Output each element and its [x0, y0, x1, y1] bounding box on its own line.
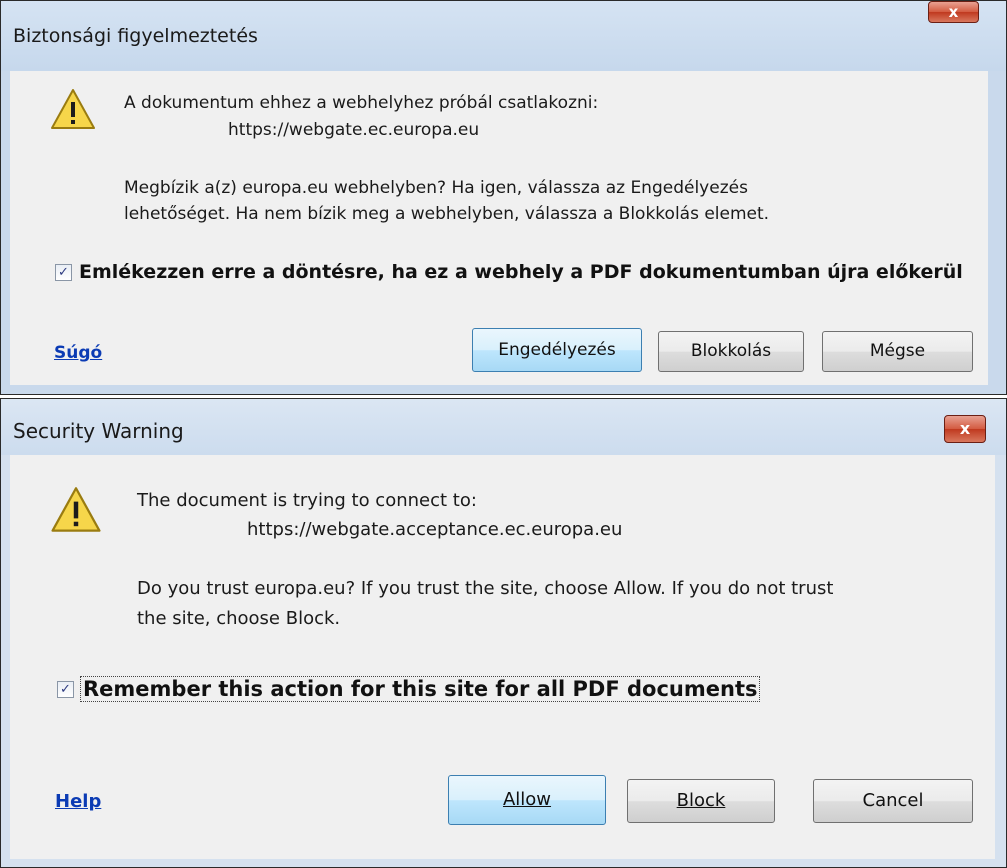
close-button[interactable]: x: [944, 415, 986, 443]
checkmark-icon: ✓: [58, 265, 69, 280]
remember-label[interactable]: Emlékezzen erre a döntésre, ha ez a webh…: [79, 261, 963, 283]
allow-button[interactable]: Allow: [448, 775, 606, 825]
site-url: https://webgate.ec.europa.eu: [228, 120, 480, 140]
cancel-button[interactable]: Mégse: [822, 331, 973, 372]
help-link[interactable]: Help: [55, 791, 101, 812]
block-button-label: Block: [676, 790, 726, 811]
dialog-title: Biztonsági figyelmeztetés: [13, 25, 258, 47]
dialog-title: Security Warning: [13, 419, 184, 443]
title-bar[interactable]: Security Warning x: [1, 399, 1006, 455]
dialog-body: A dokumentum ehhez a webhelyhez próbál c…: [10, 71, 988, 385]
dialog-body: The document is trying to connect to: ht…: [10, 455, 995, 859]
message-text: The document is trying to connect to:: [137, 490, 477, 511]
trust-question-line2: the site, choose Block.: [137, 608, 341, 629]
allow-button[interactable]: Engedélyezés: [472, 328, 642, 372]
trust-question-line1: Do you trust europa.eu? If you trust the…: [137, 578, 834, 599]
message-text: A dokumentum ehhez a webhelyhez próbál c…: [124, 93, 599, 113]
cancel-button[interactable]: Cancel: [813, 779, 973, 823]
trust-question-line1: Megbízik a(z) europa.eu webhelyben? Ha i…: [124, 178, 748, 198]
title-bar[interactable]: Biztonsági figyelmeztetés x: [1, 1, 1006, 71]
checkmark-icon: ✓: [60, 682, 71, 697]
block-button[interactable]: Block: [627, 779, 775, 823]
security-warning-dialog-en: Security Warning x The document is tryin…: [0, 398, 1007, 868]
block-button[interactable]: Blokkolás: [658, 331, 804, 372]
security-warning-dialog-hu: Biztonsági figyelmeztetés x A dokumentum…: [0, 0, 1007, 395]
warning-icon: [51, 89, 95, 129]
close-button[interactable]: x: [928, 1, 979, 23]
remember-label[interactable]: Remember this action for this site for a…: [80, 676, 761, 702]
remember-checkbox[interactable]: ✓: [55, 264, 72, 281]
warning-icon: [51, 487, 101, 532]
remember-checkbox[interactable]: ✓: [57, 681, 74, 698]
trust-question-line2: lehetőséget. Ha nem bízik meg a webhelyb…: [124, 204, 770, 224]
help-link[interactable]: Súgó: [54, 343, 102, 363]
site-url: https://webgate.acceptance.ec.europa.eu: [247, 519, 623, 540]
allow-button-label: Allow: [502, 789, 552, 810]
